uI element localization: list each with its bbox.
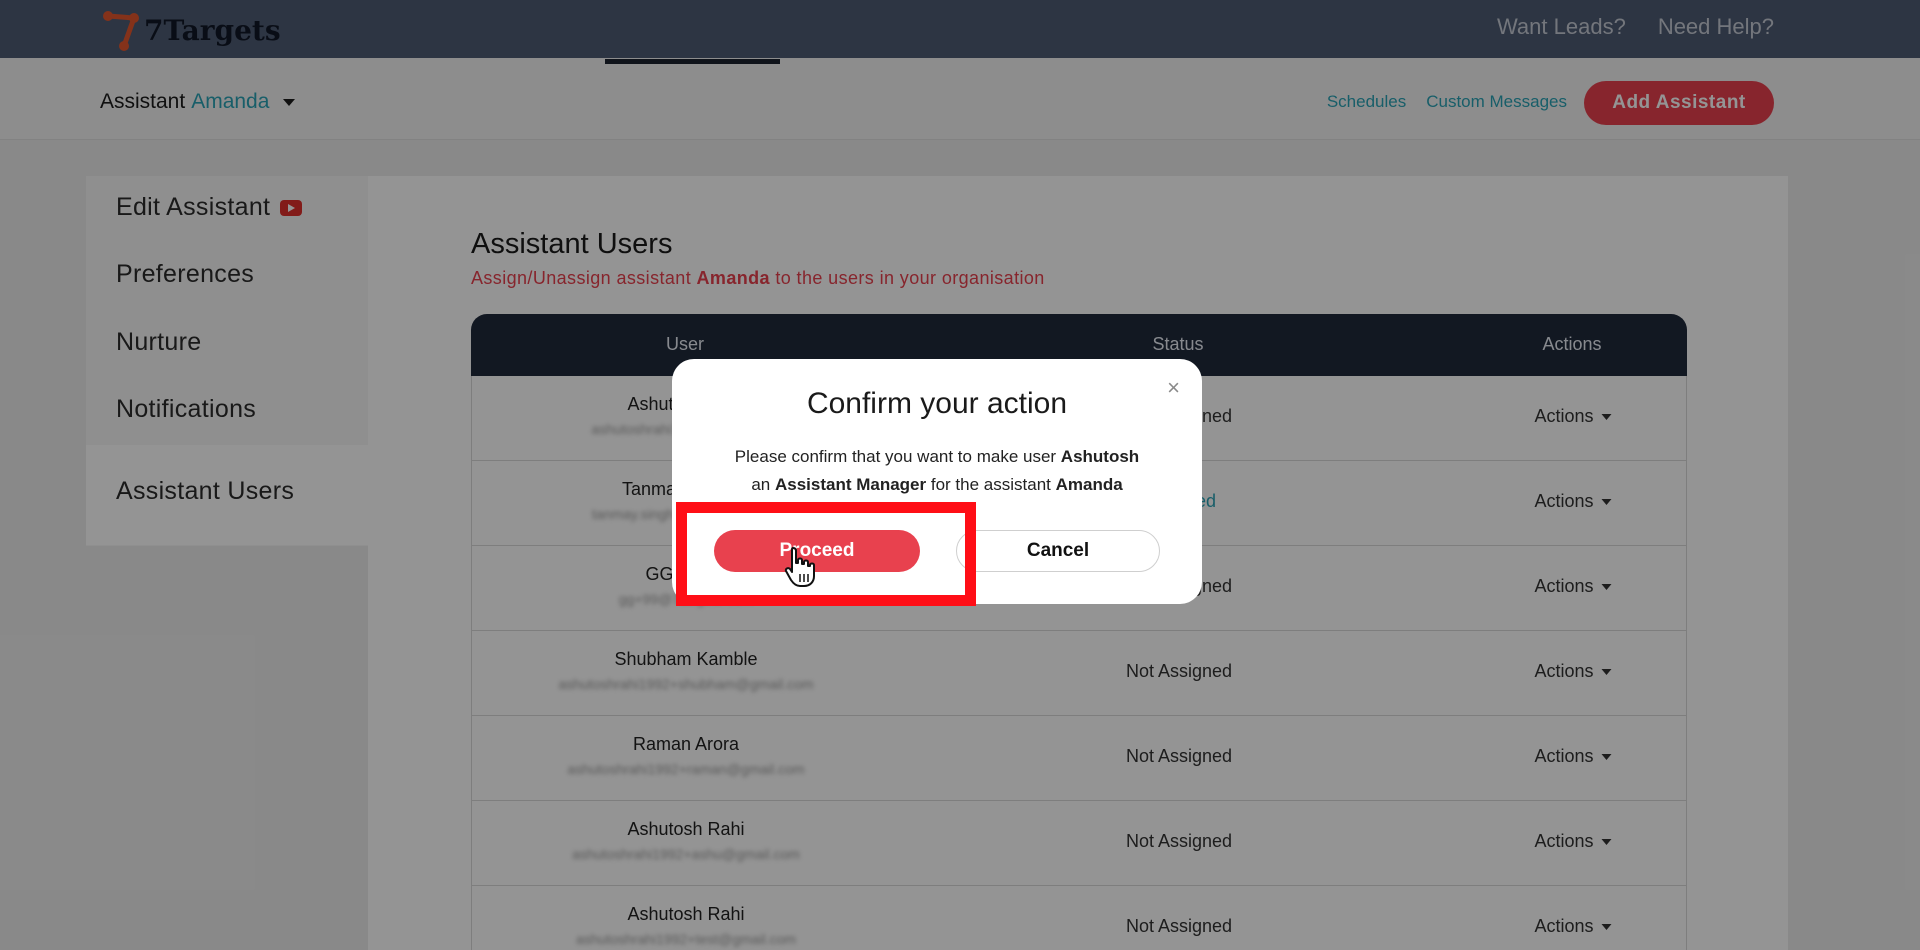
highlight-annotation-box	[676, 502, 976, 606]
hand-cursor-icon	[784, 547, 815, 587]
close-icon[interactable]: ×	[1167, 375, 1180, 401]
dialog-message: Please confirm that you want to make use…	[734, 447, 1140, 494]
cancel-button[interactable]: Cancel	[956, 530, 1160, 572]
dialog-title: Confirm your action	[806, 387, 1068, 420]
